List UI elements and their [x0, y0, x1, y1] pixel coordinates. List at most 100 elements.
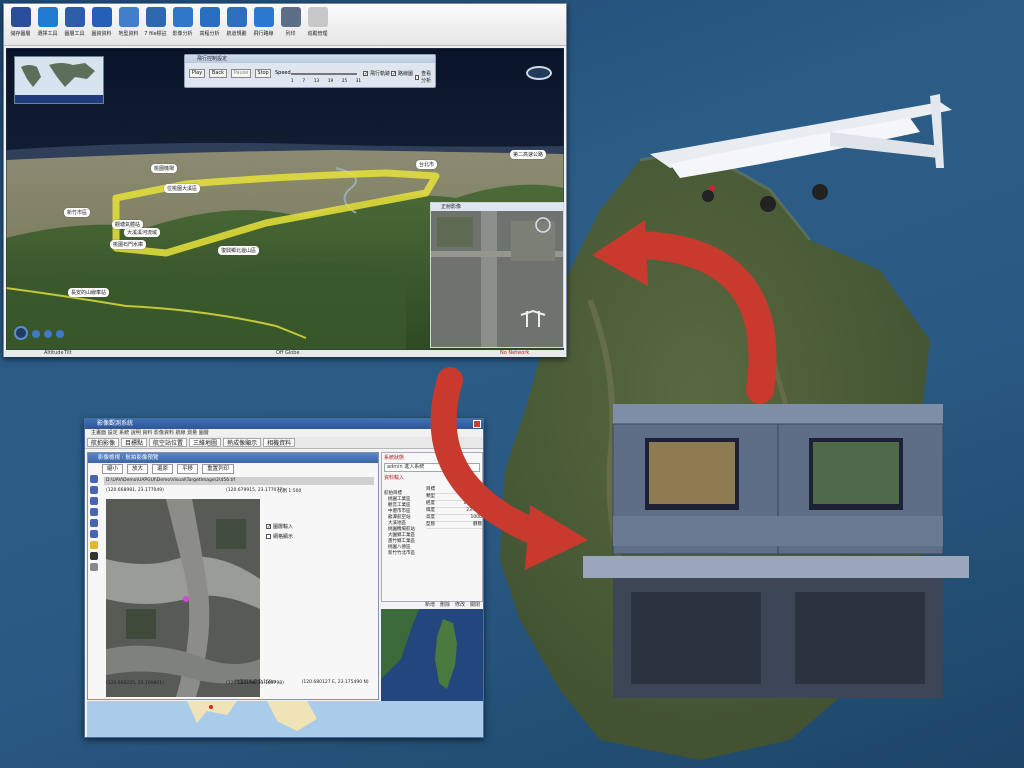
pause-button[interactable]: Pause	[231, 69, 251, 78]
world-minimap[interactable]	[14, 56, 104, 104]
toolbar-label: 選擇工具	[37, 31, 58, 37]
place-label[interactable]: 復興鄉北邊山區	[218, 246, 260, 255]
property-value[interactable]: 桃園	[473, 487, 482, 493]
compass-icon[interactable]	[526, 66, 552, 80]
place-label[interactable]: 大溪溪河流域	[124, 228, 161, 237]
uav-aircraft	[650, 94, 952, 212]
toolbar-button[interactable]: 地型資料	[116, 7, 141, 42]
zoom-icon[interactable]	[32, 330, 40, 338]
zoom-icon[interactable]	[90, 530, 98, 538]
navigation-controls[interactable]	[14, 326, 64, 340]
property-row: 緯度 23.176	[426, 508, 482, 515]
property-value[interactable]: 120.679	[463, 501, 482, 507]
aerial-image[interactable]	[106, 499, 260, 697]
reset-print-button[interactable]: 重置列印	[202, 464, 235, 474]
toolbar-button[interactable]: 選擇工具	[35, 7, 60, 42]
toolbar-label: 飛行路線	[253, 31, 274, 37]
back-button[interactable]: Back	[209, 69, 227, 78]
place-label[interactable]: 第二高速公路	[510, 150, 547, 159]
toolbar-button[interactable]: 儲存圖層	[8, 7, 33, 42]
toolbar-label: 儲存圖層	[10, 31, 31, 37]
taiwan-map[interactable]	[381, 609, 483, 701]
settings-icon[interactable]	[90, 563, 98, 571]
rotate-icon[interactable]	[56, 330, 64, 338]
place-label[interactable]: 新竹市區	[64, 208, 91, 217]
speed-label: Speed	[275, 70, 291, 76]
arrow-icon[interactable]	[90, 497, 98, 505]
toolbar-button[interactable]: 影像分析	[170, 7, 195, 42]
orthophoto-inset[interactable]: 正射影像	[430, 202, 564, 348]
contrast-icon[interactable]	[90, 552, 98, 560]
nautical-chart[interactable]	[87, 701, 483, 737]
place-label[interactable]: 位桃園大溪區	[164, 184, 201, 193]
toolbar-button[interactable]: 飛行路線	[251, 7, 276, 42]
monitor-right	[813, 442, 899, 504]
property-key: 類型	[426, 494, 435, 499]
toolbar-label: 圖層工具	[64, 31, 85, 37]
toolbar-button[interactable]: 航道規劃	[224, 7, 249, 42]
zoom-icon[interactable]	[90, 519, 98, 527]
wms-icon	[91, 7, 112, 27]
toolbar-button[interactable]: 圖層工具	[62, 7, 87, 42]
toolbar-button[interactable]: 列印	[278, 7, 303, 42]
pan-icon[interactable]	[14, 326, 28, 340]
place-label[interactable]: 桃園石門水庫	[110, 240, 147, 249]
tab-3d-map[interactable]: 三維地圖	[189, 438, 222, 447]
toolbar-button[interactable]: 高程分析	[197, 7, 222, 42]
tab-target-point[interactable]: 目標點	[121, 438, 148, 447]
flight-track-checkbox[interactable]: ✓ 飛行軌跡	[363, 70, 390, 77]
plane-icon	[253, 7, 274, 27]
restore-button[interactable]: 還原	[152, 464, 174, 474]
arrow-icon[interactable]	[90, 486, 98, 494]
toolbar-button[interactable]: 7 file標註	[143, 7, 168, 42]
ground-control-station	[583, 404, 969, 698]
property-value[interactable]: 1000	[471, 515, 482, 521]
place-label[interactable]: 台北市	[416, 160, 438, 169]
globe-icon	[37, 7, 58, 27]
tilt-icon[interactable]	[44, 330, 52, 338]
property-row: 型態 靜態	[426, 522, 482, 529]
toolbar-button[interactable]: 追蹤管理	[305, 7, 330, 42]
arrow-icon[interactable]	[90, 475, 98, 483]
image-tabs: 航拍影像 目標點 航空站位置 三維地圖 熱成像顯示 相機資料	[85, 437, 483, 449]
tab-thermal[interactable]: 熱成像顯示	[223, 438, 262, 447]
arrow-icon[interactable]	[90, 508, 98, 516]
property-value[interactable]: 靜態	[473, 522, 482, 528]
property-key: 經度	[426, 501, 435, 506]
close-button[interactable]: 關閉	[470, 601, 480, 609]
pan-button[interactable]: 平移	[177, 464, 199, 474]
layers-icon	[64, 7, 85, 27]
tab-camera-data[interactable]: 相機資料	[263, 438, 296, 447]
place-label[interactable]: 長安的山線車站	[68, 288, 110, 297]
place-label[interactable]: 桃園機場	[151, 164, 178, 173]
route-checkbox[interactable]: ✓ 路線圖	[391, 70, 413, 77]
property-value[interactable]: 23.176	[466, 508, 482, 514]
coord-top-left: (120.668981, 23.177049)	[106, 488, 164, 493]
layer-input-checkbox[interactable]: ✓ 圖層輸入	[266, 523, 293, 530]
login-field[interactable]: admin 進入系統	[384, 463, 480, 472]
stop-button[interactable]: Stop	[255, 69, 271, 78]
tab-airport-location[interactable]: 航空站位置	[149, 438, 188, 447]
play-button[interactable]: Play	[189, 69, 205, 78]
speed-slider[interactable]	[291, 73, 357, 75]
add-button[interactable]: 新增	[425, 601, 435, 609]
delete-button[interactable]: 刪除	[440, 601, 450, 609]
property-row: 目標 桃園	[426, 487, 482, 494]
tab-aerial-image[interactable]: 航拍影像	[87, 438, 120, 447]
menu-bar[interactable]: 主畫面 設定 系統 說明 資料 影像資料 航線 測量 圖層	[85, 429, 483, 437]
property-value[interactable]: 航拍	[473, 494, 482, 500]
brightness-icon[interactable]	[90, 541, 98, 549]
edit-button[interactable]: 修改	[455, 601, 465, 609]
target-tree[interactable]: 航拍目標 桃園工業區 觀音工業區 中壢市市區 龍潭航空站 大溪地區 桃園機場航站 大園鄉工業區…	[384, 491, 428, 557]
property-row: 類型 航拍	[426, 494, 482, 501]
data-panel: 系統狀態 admin 進入系統 資料輸入 航拍目標 桃園工業區 觀音工業區 中壢市市區…	[381, 452, 483, 602]
analysis-checkbox[interactable]: 查看分析	[415, 70, 435, 84]
3d-terrain-view[interactable]: 飛行控制設定 Play Back Pause Stop Speed 1 7 13 19…	[6, 48, 564, 350]
toolbar-button[interactable]: 圖資資料	[89, 7, 114, 42]
close-icon[interactable]	[473, 420, 481, 428]
tilt-status: Tilt	[64, 350, 72, 356]
zoom-in-button[interactable]: 放大	[127, 464, 149, 474]
grid-checkbox[interactable]: 網格顯示	[266, 533, 293, 540]
zoom-out-button[interactable]: 縮小	[102, 464, 124, 474]
tree-item[interactable]: 新竹竹北市區	[384, 551, 428, 557]
